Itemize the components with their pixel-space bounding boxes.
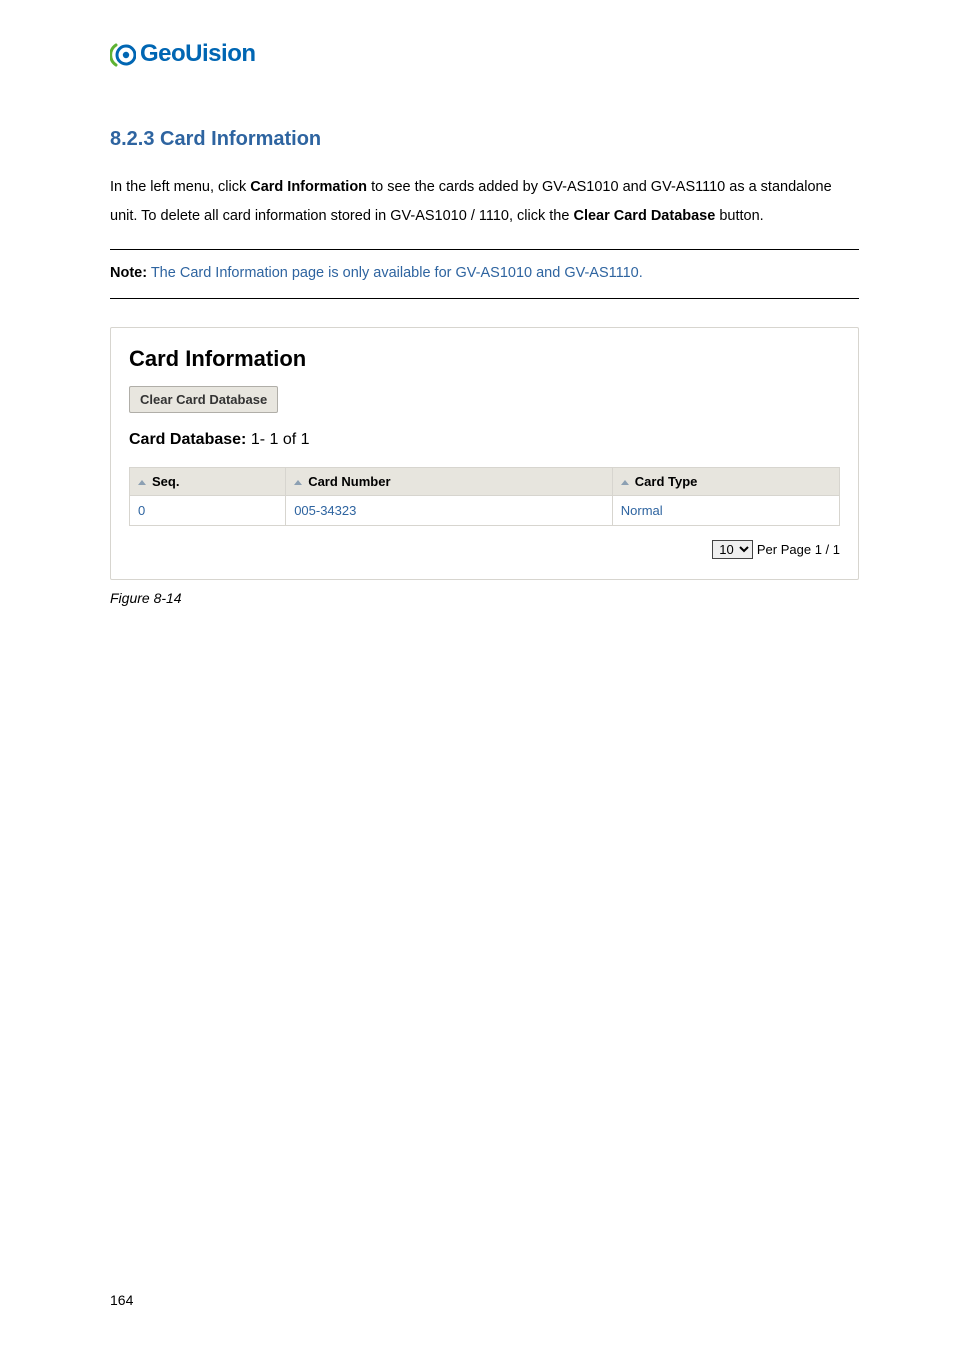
para-bold-clear-db: Clear Card Database (573, 208, 715, 224)
table-header-row: Seq. Card Number Card Type (130, 468, 840, 496)
page-number: 164 (110, 1292, 133, 1308)
note-line: Note: The Card Information page is only … (110, 260, 859, 286)
card-database-label: Card Database: (129, 431, 246, 448)
col-card-type[interactable]: Card Type (612, 468, 839, 496)
cell-seq: 0 (130, 496, 286, 526)
pager: 10 Per Page 1 / 1 (129, 540, 840, 559)
card-info-panel: Card Information Clear Card Database Car… (110, 327, 859, 580)
col-num-label: Card Number (308, 474, 390, 489)
col-seq-label: Seq. (152, 474, 179, 489)
note-text: The Card Information page is only availa… (147, 265, 643, 281)
sort-asc-icon (294, 480, 302, 485)
per-page-select[interactable]: 10 (712, 540, 753, 559)
cell-card-number: 005-34323 (286, 496, 613, 526)
clear-card-database-button[interactable]: Clear Card Database (129, 386, 278, 413)
divider (110, 249, 859, 250)
logo-mark-icon (110, 41, 136, 67)
col-card-number[interactable]: Card Number (286, 468, 613, 496)
card-database-range: 1- 1 of 1 (246, 431, 309, 448)
section-heading: 8.2.3 Card Information (110, 128, 859, 151)
para-bold-card-info: Card Information (250, 179, 367, 195)
sort-asc-icon (621, 480, 629, 485)
brand-logo: GeoUision (110, 40, 859, 68)
panel-title: Card Information (129, 346, 840, 372)
table-row: 0 005-34323 Normal (130, 496, 840, 526)
col-type-label: Card Type (635, 474, 698, 489)
card-table: Seq. Card Number Card Type 0 005-34323 N… (129, 467, 840, 526)
pager-text: Per Page 1 / 1 (753, 542, 840, 557)
sort-asc-icon (138, 480, 146, 485)
note-label: Note: (110, 265, 147, 281)
para-text: button. (715, 208, 763, 224)
cell-card-type: Normal (612, 496, 839, 526)
body-paragraph: In the left menu, click Card Information… (110, 173, 859, 231)
divider (110, 298, 859, 299)
figure-caption: Figure 8-14 (110, 590, 859, 606)
col-seq[interactable]: Seq. (130, 468, 286, 496)
card-database-summary: Card Database: 1- 1 of 1 (129, 431, 840, 449)
brand-name: GeoUision (140, 40, 256, 68)
para-text: In the left menu, click (110, 179, 250, 195)
